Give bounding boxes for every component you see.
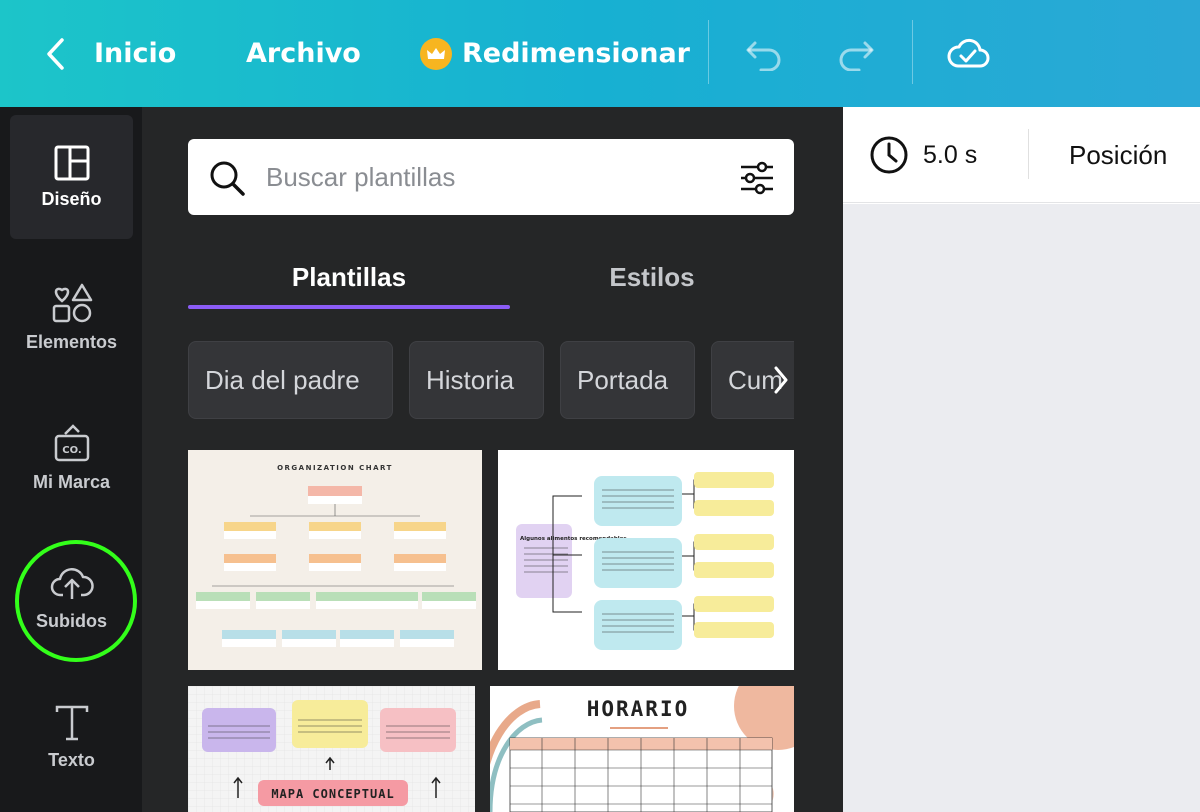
- rail-item-elements[interactable]: Elementos: [10, 255, 133, 379]
- chevron-right-icon[interactable]: [768, 341, 794, 419]
- resize-label: Redimensionar: [462, 38, 690, 69]
- templates-panel: Plantillas Estilos Dia del padre Histori…: [142, 107, 843, 812]
- duration-value: 5.0 s: [923, 140, 978, 169]
- resize-button[interactable]: Redimensionar: [420, 0, 690, 107]
- search-icon: [210, 161, 245, 196]
- text-icon: [55, 705, 88, 740]
- template-thumbnail-concept-map[interactable]: MAPA CONCEPTUAL: [188, 686, 475, 812]
- undo-icon[interactable]: [742, 0, 788, 107]
- side-rail: Diseño Elementos CO. Mi Marca Subidos Te…: [0, 107, 142, 812]
- cloud-upload-icon: [50, 567, 94, 599]
- rail-item-brand[interactable]: CO. Mi Marca: [10, 395, 133, 519]
- cloud-check-icon[interactable]: [944, 0, 992, 107]
- position-button[interactable]: Posición: [1069, 107, 1167, 203]
- template-title: MAPA CONCEPTUAL: [271, 787, 394, 801]
- chip-dia-del-padre[interactable]: Dia del padre: [188, 341, 393, 419]
- chevron-left-icon[interactable]: [40, 0, 70, 107]
- tab-active-indicator: [188, 305, 510, 309]
- divider: [1028, 129, 1029, 179]
- rail-item-label: Mi Marca: [32, 471, 111, 492]
- canvas-area[interactable]: [843, 204, 1200, 812]
- svg-text:CO.: CO.: [62, 445, 81, 456]
- chip-portada[interactable]: Portada: [560, 341, 695, 419]
- panel-tabs: Plantillas Estilos: [188, 247, 794, 311]
- divider: [708, 20, 709, 84]
- tab-templates[interactable]: Plantillas: [188, 247, 510, 307]
- duration-button[interactable]: 5.0 s: [869, 107, 977, 203]
- crown-icon: [420, 37, 452, 70]
- template-thumbnail-mind-map[interactable]: Algunos alimentos recomendables: [498, 450, 794, 670]
- template-thumbnail-schedule[interactable]: HORARIO: [490, 686, 794, 812]
- rail-item-uploads[interactable]: Subidos: [10, 535, 133, 659]
- top-bar: Inicio Archivo Redimensionar: [0, 0, 1200, 107]
- template-title: HORARIO: [587, 697, 690, 721]
- rail-item-text[interactable]: Texto: [10, 675, 133, 799]
- brand-icon: CO.: [54, 423, 89, 461]
- divider: [912, 20, 913, 84]
- clock-icon: [870, 136, 908, 174]
- rail-item-label: Diseño: [41, 188, 102, 209]
- rail-item-label: Elementos: [25, 331, 118, 352]
- rail-item-design[interactable]: Diseño: [10, 115, 133, 239]
- rail-item-label: Texto: [48, 749, 95, 770]
- search-input[interactable]: [266, 139, 716, 215]
- file-menu-button[interactable]: Archivo: [246, 0, 361, 107]
- tab-styles[interactable]: Estilos: [510, 247, 794, 307]
- redo-icon[interactable]: [832, 0, 878, 107]
- template-title: ORGANIZATION CHART: [277, 464, 393, 472]
- template-thumbnail-org-chart[interactable]: ORGANIZATION CHART: [188, 450, 482, 670]
- layout-icon: [54, 145, 89, 180]
- search-box: [188, 139, 794, 215]
- canvas-toolbar: 5.0 s Posición: [843, 107, 1200, 203]
- shapes-icon: [52, 283, 92, 322]
- category-chips: Dia del padre Historia Portada Cum: [188, 341, 794, 419]
- rail-item-label: Subidos: [36, 610, 107, 631]
- home-button[interactable]: Inicio: [94, 0, 176, 107]
- filter-sliders-icon[interactable]: [738, 159, 776, 197]
- chip-historia[interactable]: Historia: [409, 341, 544, 419]
